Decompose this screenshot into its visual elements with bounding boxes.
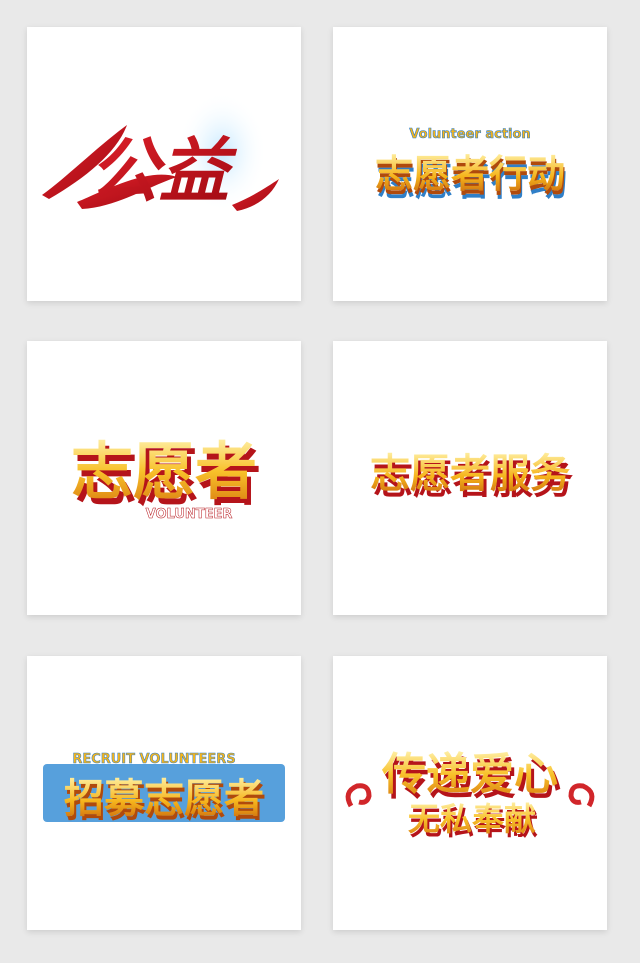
- card-volunteer-action[interactable]: 志愿者行动 志愿者行动 志愿者行动 Volunteer action: [333, 27, 607, 301]
- card-pass-on-love[interactable]: 传递爱心 传递爱心 无私奉献 无私奉献: [333, 656, 607, 930]
- card-volunteer[interactable]: 志愿者 志愿者 VOLUNTEER: [27, 341, 301, 615]
- recruit-volunteers-artwork: 招募志愿者 招募志愿者 RECRUIT VOLUNTEERS: [43, 752, 285, 826]
- card-gongyi[interactable]: 公益: [27, 27, 301, 301]
- subtitle-front: 无私奉献: [408, 800, 536, 838]
- gongyi-artwork: 公益: [42, 92, 279, 212]
- card-volunteer-service[interactable]: 志愿者服务 志愿者服务: [333, 341, 607, 615]
- title-front: 招募志愿者: [64, 776, 264, 822]
- title-front: 志愿者服务: [370, 451, 570, 497]
- swirl-right-icon: [568, 783, 595, 808]
- swirl-left-icon: [345, 783, 372, 808]
- pass-on-love-artwork: 传递爱心 传递爱心 无私奉献 无私奉献: [345, 749, 595, 842]
- title-front: 志愿者行动: [375, 152, 565, 196]
- subtitle-volunteer: VOLUNTEER: [146, 507, 233, 522]
- title-front: 传递爱心: [381, 749, 558, 800]
- gongyi-title: 公益: [89, 129, 238, 212]
- subtitle-volunteer-action: Volunteer action: [409, 127, 530, 142]
- title-front: 志愿者: [71, 435, 257, 508]
- subtitle-recruit-volunteers: RECRUIT VOLUNTEERS: [72, 752, 235, 767]
- card-recruit-volunteers[interactable]: 招募志愿者 招募志愿者 RECRUIT VOLUNTEERS: [27, 656, 301, 930]
- volunteer-artwork: 志愿者 志愿者 VOLUNTEER: [71, 435, 261, 522]
- volunteer-service-artwork: 志愿者服务 志愿者服务: [370, 451, 573, 503]
- volunteer-action-artwork: 志愿者行动 志愿者行动 志愿者行动 Volunteer action: [375, 127, 567, 204]
